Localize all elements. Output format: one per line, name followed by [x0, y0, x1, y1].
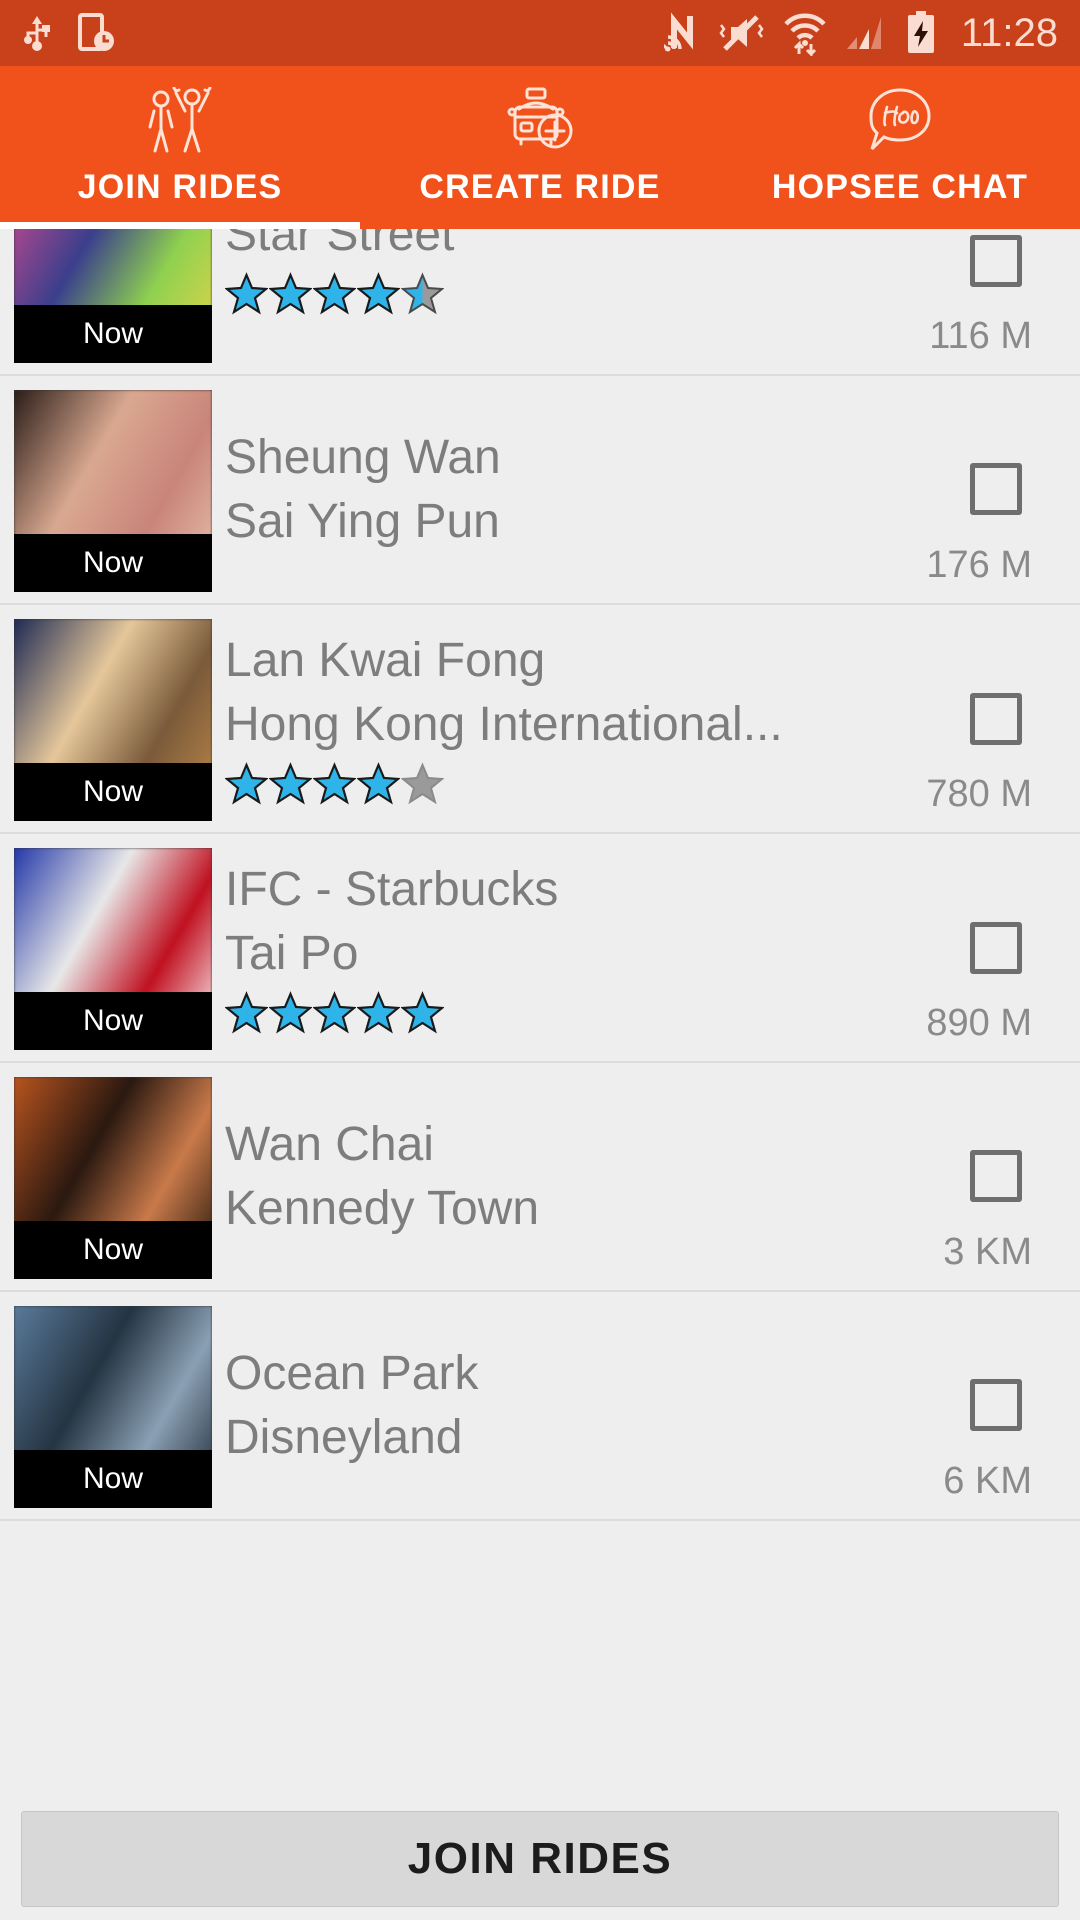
- battery-charging-icon: [906, 11, 936, 55]
- ride-distance: 6 KM: [943, 1460, 1032, 1502]
- active-tab-indicator: [0, 222, 360, 229]
- hop-speech-bubble-icon: [863, 88, 937, 152]
- ride-select-checkbox[interactable]: [970, 692, 1022, 745]
- tab-label: CREATE RIDE: [419, 168, 661, 206]
- ride-origin: Lan Kwai Fong: [225, 633, 546, 687]
- taxi-plus-icon: [501, 87, 579, 152]
- ride-select-checkbox[interactable]: [970, 921, 1022, 974]
- ride-time-label: Now: [14, 1221, 212, 1279]
- rating-star: [357, 991, 400, 1034]
- bottom-action-bar: JOIN RIDES: [0, 1798, 1080, 1920]
- cellular-signal-icon: [845, 13, 889, 53]
- ride-thumbnail: Now: [14, 229, 212, 363]
- ride-origin: Sheung Wan: [225, 430, 501, 484]
- ride-list-item[interactable]: Now Lan Kwai Fong Hong Kong Internationa…: [0, 605, 1080, 834]
- status-bar-right-icons: 11:28: [663, 10, 1058, 56]
- rating-star: [357, 762, 400, 805]
- phone-clock-icon: [78, 12, 116, 54]
- status-bar: 11:28: [0, 0, 1080, 66]
- mute-vibrate-icon: [717, 13, 765, 53]
- status-bar-left-icons: [22, 12, 116, 54]
- ride-distance: 890 M: [926, 1002, 1032, 1044]
- tab-join-rides[interactable]: JOIN RIDES: [0, 66, 360, 229]
- rating-star: [225, 762, 268, 805]
- ride-thumbnail: Now: [14, 619, 212, 821]
- two-people-icon: [138, 87, 222, 153]
- tab-create-ride[interactable]: CREATE RIDE: [360, 66, 720, 229]
- ride-origin: IFC - Starbucks: [225, 862, 559, 916]
- main-tab-bar: JOIN RIDES CREATE RIDE HOPSEE CHAT: [0, 66, 1080, 229]
- ride-list-item[interactable]: Now Ocean Park Disneyland 6 KM: [0, 1292, 1080, 1521]
- rating-star: [357, 272, 400, 315]
- ride-list-item[interactable]: Now Wan Chai Kennedy Town 3 KM: [0, 1063, 1080, 1292]
- ride-list[interactable]: Now Star Street 116 M Now Sheung Wan Sai…: [0, 229, 1080, 1691]
- ride-time-label: Now: [14, 534, 212, 592]
- ride-time-label: Now: [14, 763, 212, 821]
- join-rides-button[interactable]: JOIN RIDES: [21, 1811, 1059, 1907]
- tab-hopsee-chat[interactable]: HOPSEE CHAT: [720, 66, 1080, 229]
- ride-distance: 780 M: [926, 773, 1032, 815]
- ride-thumbnail: Now: [14, 1306, 212, 1508]
- ride-destination: Hong Kong International...: [225, 697, 783, 751]
- ride-select-checkbox[interactable]: [970, 234, 1022, 287]
- ride-distance: 3 KM: [943, 1231, 1032, 1273]
- ride-select-checkbox[interactable]: [970, 463, 1022, 515]
- ride-thumbnail: Now: [14, 1077, 212, 1279]
- rating-star: [313, 272, 356, 315]
- rating-star: [401, 272, 444, 315]
- rating-star: [225, 272, 268, 315]
- ride-select-checkbox[interactable]: [970, 1150, 1022, 1202]
- rating-star: [225, 991, 268, 1034]
- ride-select-checkbox[interactable]: [970, 1379, 1022, 1431]
- ride-thumbnail: Now: [14, 848, 212, 1050]
- rating-star: [401, 762, 444, 805]
- ride-destination: Star Street: [225, 229, 455, 261]
- ride-list-item[interactable]: Now IFC - Starbucks Tai Po 890 M: [0, 834, 1080, 1063]
- ride-rating: [225, 269, 1080, 319]
- wifi-data-icon: [782, 10, 828, 56]
- rating-star: [269, 991, 312, 1034]
- ride-time-label: Now: [14, 305, 212, 363]
- rating-star: [313, 991, 356, 1034]
- ride-time-label: Now: [14, 992, 212, 1050]
- ride-origin: Wan Chai: [225, 1117, 434, 1171]
- ride-time-label: Now: [14, 1450, 212, 1508]
- ride-distance: 116 M: [929, 315, 1032, 357]
- rating-star: [269, 272, 312, 315]
- rating-star: [401, 991, 444, 1034]
- usb-icon: [22, 13, 52, 53]
- ride-list-item[interactable]: Now Star Street 116 M: [0, 229, 1080, 376]
- ride-list-item[interactable]: Now Sheung Wan Sai Ying Pun 176 M: [0, 376, 1080, 605]
- ride-distance: 176 M: [926, 544, 1032, 586]
- rating-star: [313, 762, 356, 805]
- nfc-icon: [663, 11, 700, 55]
- rating-star: [269, 762, 312, 805]
- tab-label: HOPSEE CHAT: [771, 168, 1029, 206]
- ride-destination: Tai Po: [225, 926, 359, 980]
- ride-origin: Ocean Park: [225, 1346, 479, 1400]
- status-bar-clock: 11:28: [960, 11, 1058, 55]
- tab-label: JOIN RIDES: [77, 168, 283, 206]
- ride-thumbnail: Now: [14, 390, 212, 592]
